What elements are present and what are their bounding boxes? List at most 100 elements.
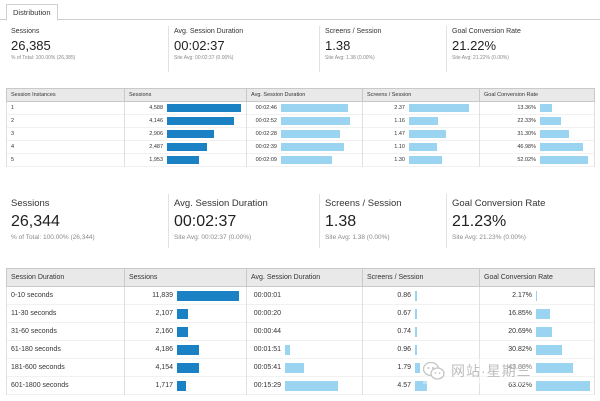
row-label[interactable]: 0-10 seconds [6, 286, 125, 305]
column-header-screens-per-session[interactable]: Screens / Session [362, 88, 480, 102]
goal-conversion-rate-value: 13.36% [517, 105, 536, 111]
cell-goal-conversion-rate: 31.30% [479, 127, 595, 141]
metric-subtext: % of Total: 100.00% (26,344) [11, 234, 95, 241]
cell-screens-per-session: 0.86 [362, 286, 480, 305]
goal-conversion-rate-value: 30.82% [508, 346, 532, 353]
row-label[interactable]: 31-60 seconds [6, 322, 125, 341]
table-row[interactable]: 2 4,146 00:02:52 1.16 22.33% [6, 114, 595, 128]
table-header-row: Session Instances Sessions Avg. Session … [6, 88, 595, 102]
cell-screens-per-session: 1.47 [362, 127, 480, 141]
sessions-bar [177, 326, 188, 337]
table-row[interactable]: 61-180 seconds 4,186 00:01:51 0.96 30.82% [6, 340, 595, 359]
avg-session-duration-value: 00:00:01 [253, 292, 281, 299]
column-header-session-instances[interactable]: Session Instances [6, 88, 125, 102]
column-header-sessions[interactable]: Sessions [124, 88, 247, 102]
cell-goal-conversion-rate: 30.82% [479, 340, 595, 359]
metric-label: Sessions [11, 28, 40, 35]
metric-label: Screens / Session [325, 28, 382, 35]
avg-session-duration-bar [281, 117, 350, 125]
cell-sessions: 1,953 [124, 153, 247, 167]
cell-avg-session-duration: 00:02:28 [246, 127, 363, 141]
column-header-session-duration[interactable]: Session Duration [6, 268, 125, 287]
goal-conversion-rate-value: 31.30% [517, 131, 536, 137]
row-label[interactable]: 61-180 seconds [6, 340, 125, 359]
cell-goal-conversion-rate: 46.98% [479, 140, 595, 154]
table-row[interactable]: 0-10 seconds 11,839 00:00:01 0.86 2.17% [6, 286, 595, 305]
cell-sessions: 2,160 [124, 322, 247, 341]
row-label[interactable]: 2 [6, 114, 125, 128]
metric-subtext: Site Avg: 00:02:37 (0.00%) [174, 55, 234, 61]
column-header-screens-per-session[interactable]: Screens / Session [362, 268, 480, 287]
avg-session-duration-value: 00:02:28 [255, 131, 277, 137]
sessions-value: 2,487 [149, 144, 163, 150]
screens-per-session-value: 1.10 [394, 144, 405, 150]
row-label[interactable]: 11-30 seconds [6, 304, 125, 323]
row-label[interactable]: 181-600 seconds [6, 358, 125, 377]
cell-sessions: 2,107 [124, 304, 247, 323]
metric-value: 26,385 [11, 38, 51, 53]
metric-sessions: Sessions 26,385 % of Total: 100.00% (26,… [6, 26, 169, 72]
sessions-bar [167, 104, 241, 112]
metric-goal-conversion-rate: Goal Conversion Rate 21.23% Site Avg: 21… [447, 194, 594, 248]
avg-session-duration-value: 00:00:44 [253, 328, 281, 335]
sessions-bar [167, 117, 234, 125]
goal-conversion-rate-value: 22.33% [517, 118, 536, 124]
screens-per-session-value: 1.16 [394, 118, 405, 124]
goal-conversion-rate-bar [540, 104, 552, 112]
sessions-value: 2,906 [149, 131, 163, 137]
row-label[interactable]: 601-1800 seconds [6, 376, 125, 395]
cell-sessions: 4,588 [124, 101, 247, 115]
table-row[interactable]: 11-30 seconds 2,107 00:00:20 0.67 16.85% [6, 304, 595, 323]
avg-session-duration-value: 00:02:46 [255, 105, 277, 111]
screens-per-session-bar [415, 308, 417, 319]
screens-per-session-value: 1.30 [394, 157, 405, 163]
metric-screens-per-session: Screens / Session 1.38 Site Avg: 1.38 (0… [320, 26, 447, 72]
tab-distribution[interactable]: Distribution [6, 4, 58, 21]
sessions-value: 1,953 [149, 157, 163, 163]
goal-conversion-rate-bar [540, 130, 569, 138]
table-row[interactable]: 1 4,588 00:02:46 2.37 13.36% [6, 101, 595, 115]
screens-per-session-value: 1.79 [397, 364, 411, 371]
metric-value: 21.22% [452, 38, 497, 53]
cell-screens-per-session: 1.30 [362, 153, 480, 167]
avg-session-duration-bar [281, 130, 340, 138]
cell-sessions: 11,839 [124, 286, 247, 305]
cell-avg-session-duration: 00:00:01 [246, 286, 363, 305]
cell-sessions: 4,186 [124, 340, 247, 359]
row-label[interactable]: 5 [6, 153, 125, 167]
sessions-bar [177, 308, 188, 319]
table-row[interactable]: 5 1,953 00:02:09 1.30 52.02% [6, 153, 595, 167]
goal-conversion-rate-value: 2.17% [512, 292, 532, 299]
cell-goal-conversion-rate: 16.85% [479, 304, 595, 323]
row-label[interactable]: 4 [6, 140, 125, 154]
metric-sessions: Sessions 26,344 % of Total: 100.00% (26,… [6, 194, 169, 248]
table-row[interactable]: 4 2,487 00:02:39 1.10 46.98% [6, 140, 595, 154]
screens-per-session-bar [409, 143, 437, 151]
column-header-avg-session-duration[interactable]: Avg. Session Duration [246, 268, 363, 287]
screens-per-session-value: 4.57 [397, 382, 411, 389]
column-header-goal-conversion-rate[interactable]: Goal Conversion Rate [479, 88, 595, 102]
avg-session-duration-bar [281, 143, 344, 151]
row-label[interactable]: 3 [6, 127, 125, 141]
avg-session-duration-value: 00:02:39 [255, 144, 277, 150]
goal-conversion-rate-bar [536, 326, 552, 337]
table-row[interactable]: 31-60 seconds 2,160 00:00:44 0.74 20.69% [6, 322, 595, 341]
metric-avg-session-duration: Avg. Session Duration 00:02:37 Site Avg:… [169, 26, 320, 72]
sessions-bar [177, 344, 199, 355]
table-row[interactable]: 3 2,906 00:02:28 1.47 31.30% [6, 127, 595, 141]
metric-subtext: Site Avg: 00:02:37 (0.00%) [174, 234, 252, 241]
screens-per-session-bar [409, 156, 442, 164]
screens-per-session-bar [415, 326, 417, 337]
cell-sessions: 2,487 [124, 140, 247, 154]
screens-per-session-value: 0.86 [397, 292, 411, 299]
metric-value: 21.23% [452, 213, 507, 230]
cell-goal-conversion-rate: 2.17% [479, 286, 595, 305]
column-header-goal-conversion-rate[interactable]: Goal Conversion Rate [479, 268, 595, 287]
avg-session-duration-bar [281, 104, 348, 112]
column-header-avg-session-duration[interactable]: Avg. Session Duration [246, 88, 363, 102]
metric-subtext: Site Avg: 21.23% (0.00%) [452, 234, 526, 241]
row-label[interactable]: 1 [6, 101, 125, 115]
screens-per-session-value: 0.67 [397, 310, 411, 317]
avg-session-duration-bar [285, 380, 338, 391]
column-header-sessions[interactable]: Sessions [124, 268, 247, 287]
